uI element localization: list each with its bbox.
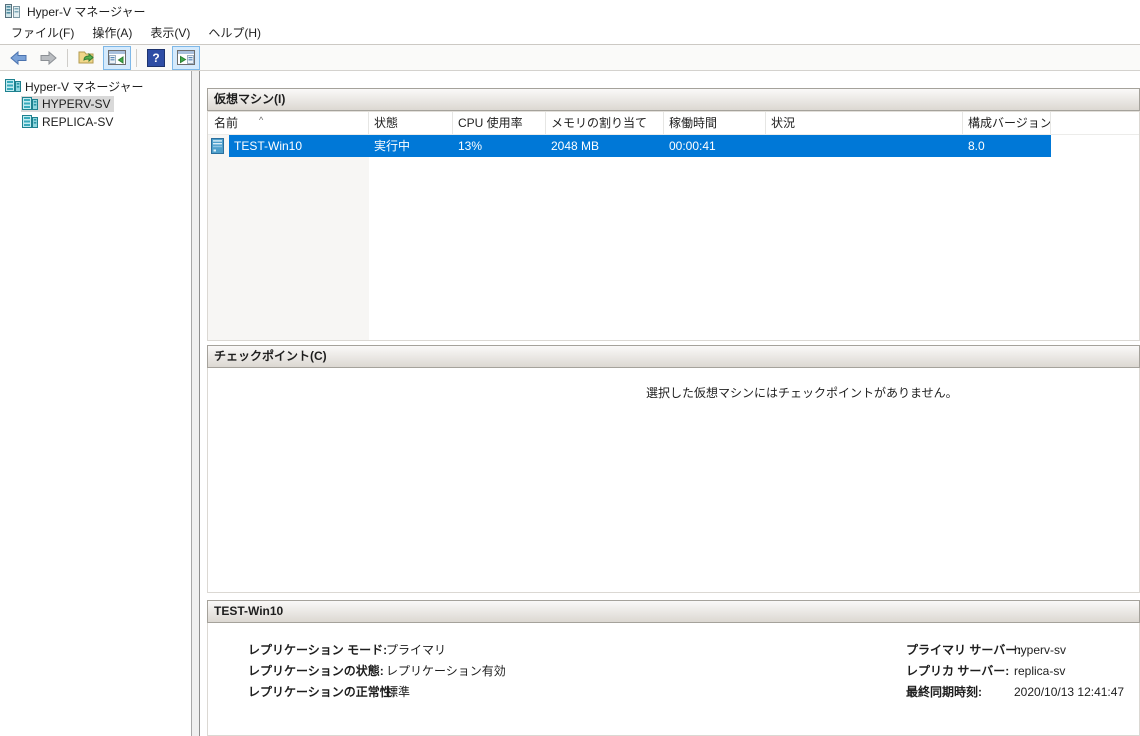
menubar: ファイル(F) 操作(A) 表示(V) ヘルプ(H) — [0, 22, 1140, 45]
detail-row: レプリケーションの正常性: 標準 — [248, 682, 506, 703]
detail-label: レプリケーション モード: — [248, 643, 388, 657]
detail-label: プライマリ サーバー: — [906, 643, 1022, 657]
help-button[interactable]: ? — [142, 46, 170, 70]
tree-root-hyperv-manager[interactable]: Hyper-V マネージャー — [0, 77, 191, 95]
detail-row: レプリカ サーバー: replica-sv — [906, 661, 1124, 682]
column-header-cpu[interactable]: CPU 使用率 — [453, 112, 546, 134]
vm-panel-header: 仮想マシン(I) — [207, 88, 1140, 111]
vm-memory-cell: 2048 MB — [546, 135, 664, 157]
checkpoint-panel-header: チェックポイント(C) — [207, 345, 1140, 368]
vm-uptime-cell: 00:00:41 — [664, 135, 766, 157]
menu-view[interactable]: 表示(V) — [141, 23, 199, 44]
checkpoint-empty-message: 選択した仮想マシンにはチェックポイントがありません。 — [646, 386, 958, 400]
server-icon — [22, 115, 38, 129]
tree-item-label: REPLICA-SV — [42, 115, 114, 129]
replication-details-group: レプリケーション モード: プライマリ レプリケーションの状態: レプリケーショ… — [248, 640, 506, 703]
menu-file[interactable]: ファイル(F) — [2, 23, 83, 44]
detail-row: 最終同期時刻: 2020/10/13 12:41:47 — [906, 682, 1124, 703]
vm-row-filler — [1051, 135, 1139, 157]
content-pane: 仮想マシン(I) 名前 ^ 状態 CPU 使用率 メモリの割り当て 稼働時間 状… — [199, 71, 1140, 736]
detail-label: レプリカ サーバー: — [906, 664, 1010, 678]
column-header-version[interactable]: 構成バージョン — [963, 112, 1051, 134]
menu-action[interactable]: 操作(A) — [83, 23, 141, 44]
vm-version-cell: 8.0 — [963, 135, 1051, 157]
console-tree-icon — [108, 50, 126, 65]
vm-column-headers: 名前 ^ 状態 CPU 使用率 メモリの割り当て 稼働時間 状況 構成バージョン — [208, 112, 1139, 135]
detail-label: レプリケーションの正常性: — [248, 685, 396, 699]
column-header-filler — [1051, 112, 1139, 134]
column-header-state[interactable]: 状態 — [369, 112, 453, 134]
titlebar: Hyper-V マネージャー — [0, 0, 1140, 22]
column-header-name[interactable]: 名前 ^ — [208, 112, 369, 134]
tree-item-hyperv-sv[interactable]: HYPERV-SV — [0, 95, 191, 113]
vm-list: 名前 ^ 状態 CPU 使用率 メモリの割り当て 稼働時間 状況 構成バージョン — [207, 111, 1140, 341]
detail-value: 2020/10/13 12:41:47 — [1014, 685, 1125, 699]
detail-label: 最終同期時刻: — [906, 685, 982, 699]
arrow-right-icon — [40, 50, 57, 65]
detail-value: 標準 — [386, 685, 411, 699]
toggle-console-tree-button[interactable] — [103, 45, 131, 70]
detail-row: レプリケーション モード: プライマリ — [248, 640, 506, 661]
column-header-uptime[interactable]: 稼働時間 — [664, 112, 766, 134]
toolbar: ? — [0, 45, 1140, 71]
detail-value: replica-sv — [1014, 664, 1066, 678]
checkpoint-list: 選択した仮想マシンにはチェックポイントがありません。 — [207, 368, 1140, 593]
server-icon — [22, 97, 38, 111]
details-panel-header: TEST-Win10 — [207, 600, 1140, 623]
back-button[interactable] — [4, 46, 32, 70]
vm-name-cell: TEST-Win10 — [208, 135, 369, 157]
detail-value: プライマリ — [386, 643, 447, 657]
forward-button[interactable] — [34, 46, 62, 70]
vm-cpu-cell: 13% — [453, 135, 546, 157]
detail-row: レプリケーションの状態: レプリケーション有効 — [248, 661, 506, 682]
toggle-action-pane-button[interactable] — [172, 45, 200, 70]
tree-root-label: Hyper-V マネージャー — [25, 79, 144, 94]
arrow-left-icon — [9, 50, 27, 65]
vm-state-cell: 実行中 — [369, 135, 453, 157]
toolbar-separator — [67, 48, 68, 67]
vm-table-row[interactable]: TEST-Win10 実行中 13% 2048 MB 00:00:41 8.0 — [208, 135, 1139, 157]
folder-export-icon — [78, 50, 96, 65]
hyperv-root-icon — [5, 79, 21, 93]
action-pane-icon — [177, 50, 195, 65]
help-icon: ? — [147, 48, 165, 67]
vm-icon — [211, 138, 224, 154]
sorted-column-shade — [208, 134, 369, 340]
toolbar-separator — [136, 48, 137, 67]
vm-status-cell — [766, 135, 963, 157]
export-list-button[interactable] — [73, 46, 101, 70]
details-panel: レプリケーション モード: プライマリ レプリケーションの状態: レプリケーショ… — [207, 623, 1140, 736]
hyperv-app-icon — [5, 3, 21, 19]
sort-ascending-icon: ^ — [259, 115, 264, 125]
menu-help[interactable]: ヘルプ(H) — [199, 23, 270, 44]
column-header-memory[interactable]: メモリの割り当て — [546, 112, 664, 134]
main-area: Hyper-V マネージャー HYPERV-SV REPLICA-SV 仮想マシ… — [0, 71, 1140, 736]
column-header-status[interactable]: 状況 — [766, 112, 963, 134]
console-tree: Hyper-V マネージャー HYPERV-SV REPLICA-SV — [0, 71, 192, 736]
detail-value: レプリケーション有効 — [386, 664, 506, 678]
server-details-group: プライマリ サーバー: hyperv-sv レプリカ サーバー: replica… — [906, 640, 1124, 703]
hyperv-manager-window: Hyper-V マネージャー ファイル(F) 操作(A) 表示(V) ヘルプ(H… — [0, 0, 1140, 736]
tree-item-label: HYPERV-SV — [42, 97, 111, 111]
tree-item-replica-sv[interactable]: REPLICA-SV — [0, 113, 191, 131]
detail-row: プライマリ サーバー: hyperv-sv — [906, 640, 1124, 661]
window-title: Hyper-V マネージャー — [27, 4, 146, 19]
detail-value: hyperv-sv — [1014, 643, 1067, 657]
detail-label: レプリケーションの状態: — [248, 664, 384, 678]
